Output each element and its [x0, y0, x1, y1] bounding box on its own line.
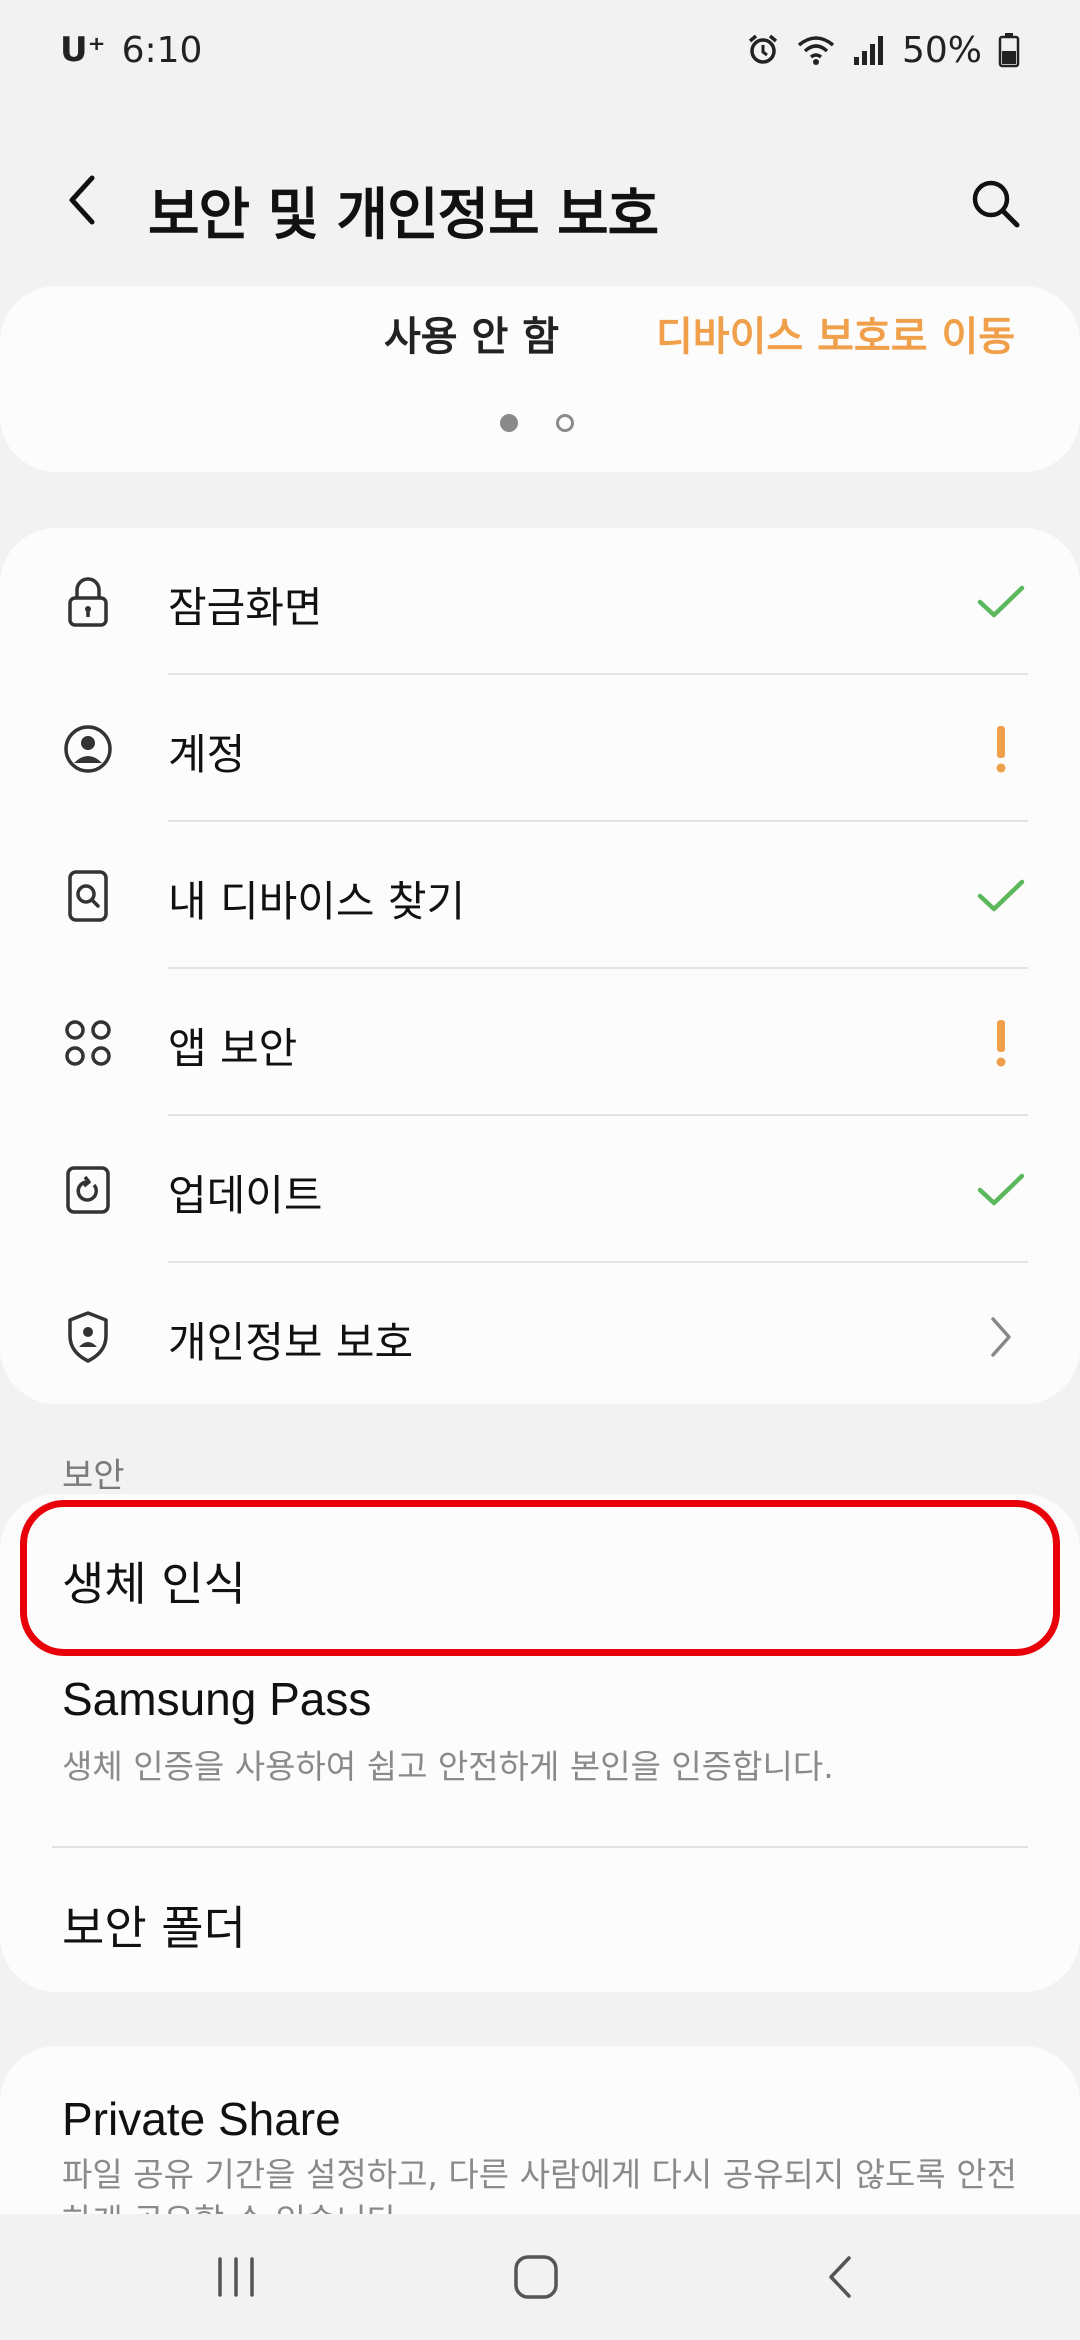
samsung-pass-description: 생체 인증을 사용하여 쉽고 안전하게 본인을 인증합니다. — [62, 1747, 834, 1786]
list-item-app-security[interactable]: 앱 보안 — [0, 969, 1080, 1116]
list-item-label: 업데이트 — [168, 1171, 323, 1220]
samsung-pass-title: Samsung Pass — [62, 1673, 372, 1725]
list-item-samsung-pass[interactable]: Samsung Pass 생체 인증을 사용하여 쉽고 안전하게 본인을 인증합… — [0, 1672, 1080, 1838]
shield-person-icon — [60, 1309, 116, 1365]
list-item-label: 개인정보 보호 — [168, 1318, 414, 1367]
update-icon — [60, 1162, 116, 1218]
list-item-secure-folder[interactable]: 보안 폴더 — [62, 1892, 246, 1958]
home-icon — [514, 2255, 558, 2299]
check-icon — [966, 864, 1036, 928]
security-card: 생체 인식 Samsung Pass 생체 인증을 사용하여 쉽고 안전하게 본… — [0, 1494, 1080, 1992]
app-header: 보안 및 개인정보 보호 — [0, 140, 1080, 260]
list-item-privacy[interactable]: 개인정보 보호 — [0, 1263, 1080, 1410]
warning-icon — [966, 1011, 1036, 1075]
list-item-lock-screen[interactable]: 잠금화면 — [0, 528, 1080, 675]
battery-icon — [998, 32, 1020, 68]
apps-icon — [60, 1015, 116, 1071]
navigation-bar — [0, 2214, 1080, 2340]
search-icon — [972, 180, 1020, 228]
chevron-left-icon — [69, 175, 95, 225]
wifi-icon — [796, 33, 836, 67]
chevron-right-icon — [966, 1305, 1036, 1369]
check-icon — [966, 570, 1036, 634]
security-status-card: 사용 안 함 디바이스 보호로 이동 — [0, 286, 1080, 472]
page-indicator — [500, 414, 574, 432]
back-arrow-icon — [829, 2256, 851, 2298]
list-item-label: 잠금화면 — [168, 583, 323, 632]
back-button[interactable] — [50, 168, 114, 232]
find-device-icon — [60, 868, 116, 924]
divider — [52, 1846, 1028, 1848]
search-button[interactable] — [960, 168, 1030, 238]
page-title: 보안 및 개인정보 보호 — [148, 183, 659, 248]
list-item-update[interactable]: 업데이트 — [0, 1116, 1080, 1263]
signal-icon — [852, 33, 886, 67]
alarm-icon — [746, 33, 780, 67]
private-share-title: Private Share — [62, 2093, 341, 2145]
status-bar: U⁺ 6:10 50% — [0, 0, 1080, 100]
status-list-card: 잠금화면 계정 내 디바이스 찾기 앱 보안 업데이트 개인정보 보호 — [0, 528, 1080, 1404]
section-header-security: 보안 — [62, 1456, 125, 1496]
warning-icon — [966, 717, 1036, 781]
list-item-label: 앱 보안 — [168, 1024, 298, 1073]
list-item-find-my-device[interactable]: 내 디바이스 찾기 — [0, 822, 1080, 969]
list-item-account[interactable]: 계정 — [0, 675, 1080, 822]
recent-apps-button[interactable] — [196, 2242, 276, 2312]
list-item-label: 계정 — [168, 730, 246, 779]
recent-apps-icon — [218, 2257, 254, 2297]
nav-back-button[interactable] — [800, 2242, 880, 2312]
highlight-annotation — [20, 1500, 1060, 1656]
lock-icon — [60, 574, 116, 630]
disable-button[interactable]: 사용 안 함 — [384, 304, 559, 362]
clock: 6:10 — [121, 29, 203, 71]
go-to-device-protection-button[interactable]: 디바이스 보호로 이동 — [656, 304, 1015, 362]
carrier-label: U⁺ — [60, 30, 106, 70]
battery-percent: 50% — [901, 29, 982, 71]
check-icon — [966, 1158, 1036, 1222]
list-item-label: 내 디바이스 찾기 — [168, 877, 466, 926]
account-icon — [60, 721, 116, 777]
home-button[interactable] — [496, 2242, 576, 2312]
page-dot — [556, 414, 574, 432]
page-dot-active — [500, 414, 518, 432]
